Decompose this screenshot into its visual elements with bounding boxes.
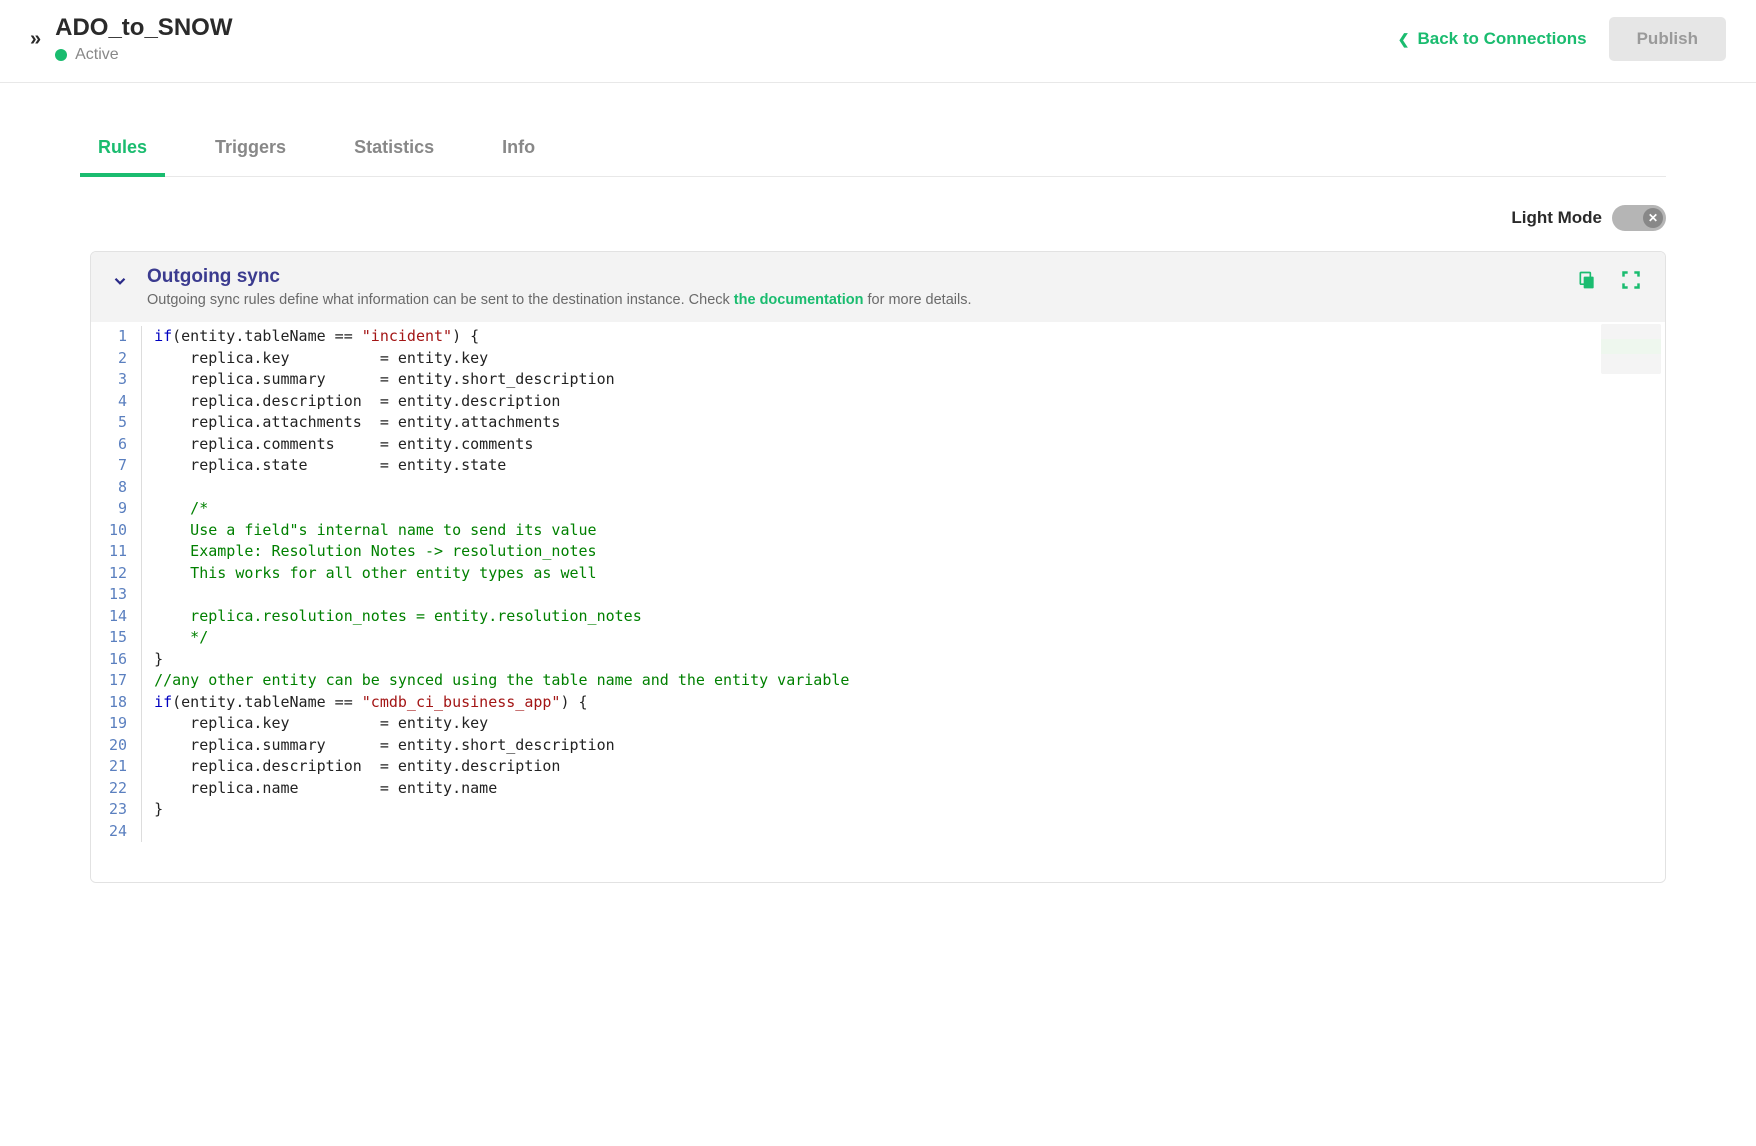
- code-line[interactable]: if(entity.tableName == "incident") {: [154, 326, 1665, 348]
- code-line[interactable]: Example: Resolution Notes -> resolution_…: [154, 541, 1665, 563]
- code-line[interactable]: replica.description = entity.description: [154, 391, 1665, 413]
- back-link-label: Back to Connections: [1418, 29, 1587, 49]
- tab-statistics[interactable]: Statistics: [346, 123, 442, 176]
- code-line[interactable]: replica.summary = entity.short_descripti…: [154, 735, 1665, 757]
- copy-icon[interactable]: [1577, 270, 1597, 290]
- tab-rules[interactable]: Rules: [90, 123, 155, 176]
- title-block: ADO_to_SNOW Active: [55, 14, 1398, 64]
- code-line[interactable]: replica.resolution_notes = entity.resolu…: [154, 606, 1665, 628]
- code-line[interactable]: if(entity.tableName == "cmdb_ci_business…: [154, 692, 1665, 714]
- code-line[interactable]: /*: [154, 498, 1665, 520]
- code-editor[interactable]: 123456789101112131415161718192021222324 …: [91, 322, 1665, 882]
- status-dot-icon: [55, 49, 67, 61]
- documentation-link[interactable]: the documentation: [734, 292, 864, 308]
- status-row: Active: [55, 46, 1398, 64]
- tab-info[interactable]: Info: [494, 123, 543, 176]
- code-line[interactable]: This works for all other entity types as…: [154, 563, 1665, 585]
- status-text: Active: [75, 46, 119, 64]
- code-line[interactable]: }: [154, 649, 1665, 671]
- code-line[interactable]: replica.key = entity.key: [154, 713, 1665, 735]
- code-line[interactable]: replica.key = entity.key: [154, 348, 1665, 370]
- panel-desc-pre: Outgoing sync rules define what informat…: [147, 292, 734, 308]
- chevron-down-icon[interactable]: [111, 272, 129, 295]
- code-line[interactable]: [154, 584, 1665, 606]
- outgoing-sync-panel: Outgoing sync Outgoing sync rules define…: [90, 251, 1666, 883]
- expand-sidebar-icon[interactable]: »: [30, 28, 41, 51]
- publish-button[interactable]: Publish: [1609, 17, 1726, 61]
- tab-triggers[interactable]: Triggers: [207, 123, 294, 176]
- fullscreen-icon[interactable]: [1621, 270, 1641, 290]
- line-gutter: 123456789101112131415161718192021222324: [91, 326, 141, 842]
- code-line[interactable]: replica.name = entity.name: [154, 778, 1665, 800]
- panel-desc-post: for more details.: [864, 292, 972, 308]
- panel-title: Outgoing sync: [147, 266, 1577, 288]
- code-line[interactable]: [154, 477, 1665, 499]
- page-title: ADO_to_SNOW: [55, 14, 1398, 42]
- code-line[interactable]: replica.summary = entity.short_descripti…: [154, 369, 1665, 391]
- code-line[interactable]: //any other entity can be synced using t…: [154, 670, 1665, 692]
- code-line[interactable]: replica.state = entity.state: [154, 455, 1665, 477]
- code-body[interactable]: if(entity.tableName == "incident") { rep…: [141, 326, 1665, 842]
- toggle-knob-icon: ✕: [1643, 208, 1663, 228]
- back-to-connections-link[interactable]: ❮ Back to Connections: [1398, 29, 1587, 49]
- code-line[interactable]: replica.comments = entity.comments: [154, 434, 1665, 456]
- tabs: Rules Triggers Statistics Info: [90, 123, 1666, 177]
- code-line[interactable]: }: [154, 799, 1665, 821]
- code-line[interactable]: Use a field"s internal name to send its …: [154, 520, 1665, 542]
- code-line[interactable]: replica.description = entity.description: [154, 756, 1665, 778]
- code-line[interactable]: replica.attachments = entity.attachments: [154, 412, 1665, 434]
- code-line[interactable]: [154, 821, 1665, 843]
- chevron-left-icon: ❮: [1398, 31, 1410, 48]
- light-mode-label: Light Mode: [1511, 208, 1602, 228]
- panel-description: Outgoing sync rules define what informat…: [147, 292, 1577, 308]
- code-line[interactable]: */: [154, 627, 1665, 649]
- light-mode-toggle[interactable]: ✕: [1612, 205, 1666, 231]
